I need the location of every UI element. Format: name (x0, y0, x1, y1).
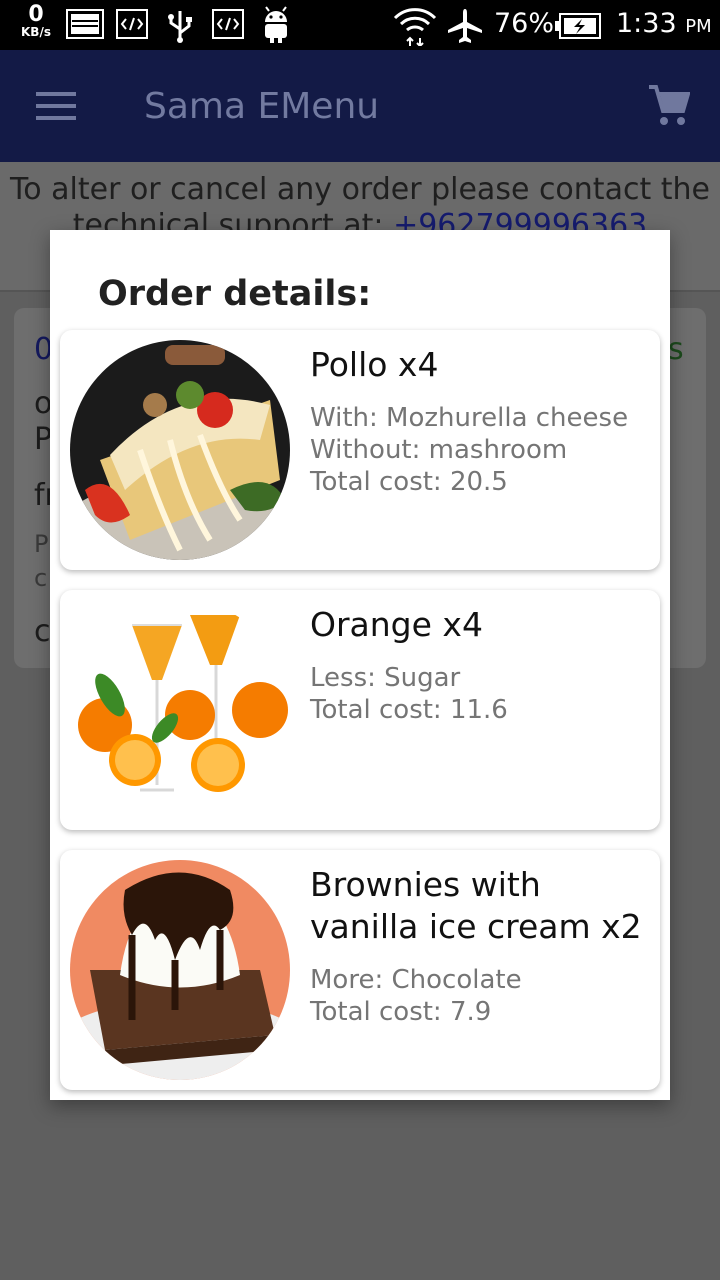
order-details-dialog: Order details: Pollo x4 With: Mozhurella… (50, 230, 670, 1100)
battery-percentage: 76% (494, 8, 555, 39)
dialog-title: Order details: (98, 274, 372, 314)
item-details: More: Chocolate Total cost: 7.9 (310, 965, 522, 1027)
item-details: Less: Sugar Total cost: 11.6 (310, 663, 508, 725)
android-icon (262, 6, 290, 44)
clock: 1:33 PM (616, 8, 712, 39)
usb-icon (166, 9, 194, 43)
app-bar: Sama EMenu (0, 50, 720, 162)
item-details: With: Mozhurella cheese Without: mashroo… (310, 403, 629, 497)
status-bar: 0 KB/s 76% 1:33 PM (0, 0, 720, 50)
shopping-cart-icon[interactable] (648, 84, 691, 132)
order-item-card[interactable]: Orange x4 Less: Sugar Total cost: 11.6 (60, 590, 660, 830)
wifi-icon (392, 4, 438, 46)
code-icon (116, 9, 148, 39)
code-icon (212, 9, 244, 39)
item-name: Pollo x4 (310, 345, 439, 384)
orange-juice-image (70, 600, 290, 820)
hamburger-menu-icon[interactable] (36, 92, 76, 124)
network-speed: 0 KB/s (21, 2, 51, 39)
order-item-card[interactable]: Pollo x4 With: Mozhurella cheese Without… (60, 330, 660, 570)
airplane-icon (446, 8, 484, 44)
item-name: Brownies with vanilla ice cream x2 (310, 865, 642, 946)
order-item-card[interactable]: Brownies with vanilla ice cream x2 More:… (60, 850, 660, 1090)
battery-charging-icon (554, 13, 602, 39)
app-title: Sama EMenu (144, 86, 380, 127)
image-icon (66, 9, 104, 39)
brownie-image (70, 860, 290, 1080)
item-name: Orange x4 (310, 605, 483, 644)
pizza-image (70, 340, 290, 560)
